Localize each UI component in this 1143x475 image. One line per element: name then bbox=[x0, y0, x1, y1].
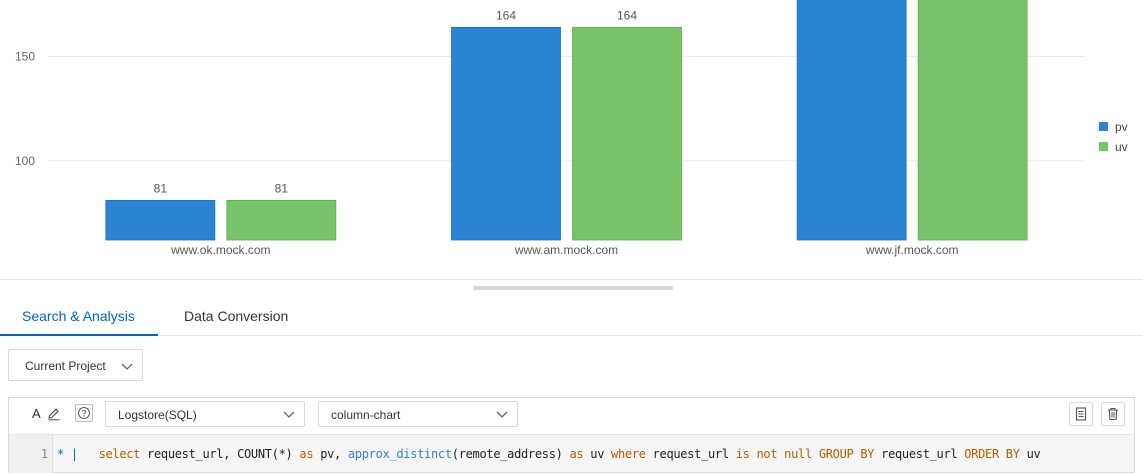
line-number: 1 bbox=[40, 447, 48, 461]
question-icon bbox=[78, 407, 90, 419]
bar-uv bbox=[226, 199, 337, 241]
y-tick-label: 100 bbox=[15, 154, 35, 168]
bar-pv bbox=[451, 26, 561, 241]
query-token: request_url bbox=[874, 447, 965, 461]
font-size-button[interactable]: A bbox=[32, 406, 41, 421]
data-label: 81 bbox=[275, 181, 289, 195]
y-tick-label: 150 bbox=[15, 50, 35, 64]
data-label: 164 bbox=[496, 8, 516, 22]
tab-bar: Search & Analysis Data Conversion bbox=[0, 296, 1143, 336]
x-tick-label: www.am.mock.com bbox=[514, 243, 618, 257]
query-token: request_url, COUNT(*) bbox=[140, 447, 300, 461]
query-prefix: * | bbox=[57, 447, 78, 461]
line-gutter: 1 bbox=[9, 435, 53, 473]
query-token: where bbox=[611, 447, 646, 461]
query-token: approx_distinct bbox=[347, 447, 452, 461]
data-label: 164 bbox=[617, 8, 637, 22]
x-tick-label: www.jf.mock.com bbox=[865, 243, 959, 257]
bar-uv bbox=[572, 26, 682, 241]
query-token: as bbox=[299, 447, 314, 461]
query-token bbox=[812, 447, 819, 461]
bar-pv bbox=[796, 0, 907, 241]
query-token: uv bbox=[583, 447, 612, 461]
query-token: request_url bbox=[645, 447, 736, 461]
legend-label: pv bbox=[1115, 120, 1128, 134]
delete-button[interactable] bbox=[1101, 402, 1125, 426]
query-token: is not null bbox=[735, 447, 812, 461]
resize-handle[interactable] bbox=[473, 286, 673, 290]
query-token: pv, bbox=[313, 447, 348, 461]
chart-type-select[interactable]: column-chart bbox=[318, 401, 518, 427]
code-area[interactable]: 1 * | select request_url, COUNT(*) as pv… bbox=[9, 434, 1134, 473]
copy-button[interactable] bbox=[1069, 402, 1093, 426]
help-button[interactable] bbox=[75, 404, 93, 422]
chart-svg: 1001502002508181www.ok.mock.com164164www… bbox=[15, 0, 1128, 257]
editor-toolbar: A Logstore(SQL) column-chart bbox=[9, 398, 1134, 430]
legend-swatch-uv bbox=[1099, 142, 1108, 151]
query-editor: A Logstore(SQL) column-chart 1 * | selec… bbox=[8, 397, 1135, 473]
x-tick-label: www.ok.mock.com bbox=[170, 243, 270, 257]
bar-uv bbox=[917, 0, 1028, 241]
document-icon bbox=[1075, 407, 1087, 421]
project-select[interactable]: Current Project bbox=[8, 349, 143, 381]
project-select-value: Current Project bbox=[25, 359, 106, 373]
legend-label: uv bbox=[1115, 140, 1128, 154]
query-token bbox=[78, 447, 99, 461]
query-token: as bbox=[569, 447, 584, 461]
query-token: GROUP BY bbox=[818, 447, 875, 461]
bar-pv bbox=[105, 199, 216, 241]
chevron-down-icon bbox=[283, 411, 295, 418]
data-label: 81 bbox=[154, 181, 168, 195]
panel-divider bbox=[0, 279, 1143, 280]
query-token: uv bbox=[1019, 447, 1041, 461]
chevron-down-icon bbox=[496, 411, 508, 418]
tab-search-analysis[interactable]: Search & Analysis bbox=[22, 296, 135, 336]
query-token: select bbox=[98, 447, 141, 461]
pencil-icon[interactable] bbox=[47, 407, 61, 421]
query-token: (remote_address) bbox=[451, 447, 570, 461]
column-chart: 1001502002508181www.ok.mock.com164164www… bbox=[0, 0, 1143, 280]
query-text[interactable]: * | select request_url, COUNT(*) as pv, … bbox=[57, 447, 1041, 461]
chart-type-select-value: column-chart bbox=[331, 408, 401, 422]
trash-icon bbox=[1108, 407, 1118, 421]
active-tab-indicator bbox=[0, 334, 158, 336]
logstore-select[interactable]: Logstore(SQL) bbox=[105, 401, 305, 427]
legend-swatch-pv bbox=[1099, 122, 1108, 131]
chevron-down-icon bbox=[121, 363, 133, 370]
tab-data-conversion[interactable]: Data Conversion bbox=[184, 296, 288, 336]
query-token: ORDER BY bbox=[964, 447, 1020, 461]
logstore-select-value: Logstore(SQL) bbox=[118, 408, 197, 422]
